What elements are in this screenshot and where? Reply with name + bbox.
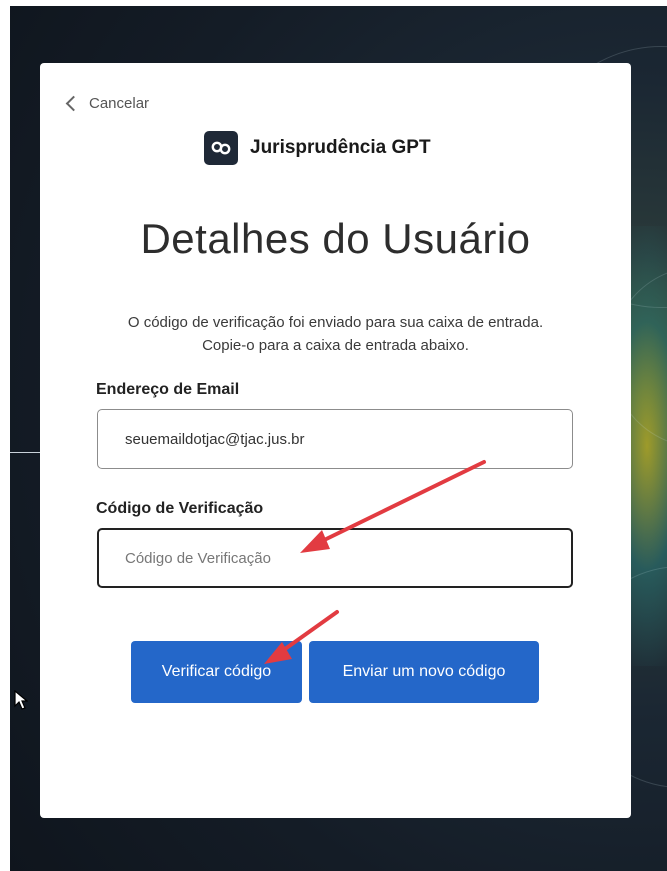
brand-name: Jurisprudência GPT	[250, 137, 431, 158]
verification-code-label: Código de Verificação	[96, 500, 264, 517]
chevron-left-icon	[65, 95, 82, 112]
verify-code-button[interactable]: Verificar código	[131, 641, 302, 703]
verification-code-input[interactable]	[97, 528, 573, 588]
mouse-cursor-icon	[14, 690, 28, 710]
user-details-dialog: Cancelar Jurisprudência GPT Detalhes do …	[40, 63, 631, 818]
brand: Jurisprudência GPT	[204, 131, 431, 165]
cancel-label: Cancelar	[89, 95, 150, 112]
background-line	[10, 452, 40, 453]
send-new-code-button[interactable]: Enviar um novo código	[309, 641, 539, 703]
verification-info-text: O código de verificação foi enviado para…	[127, 314, 544, 354]
email-label: Endereço de Email	[96, 381, 240, 398]
cancel-link[interactable]: Cancelar	[65, 95, 150, 112]
email-field[interactable]	[97, 409, 573, 469]
jurisprudencia-logo-icon	[204, 131, 238, 165]
page-title: Detalhes do Usuário	[140, 215, 531, 262]
